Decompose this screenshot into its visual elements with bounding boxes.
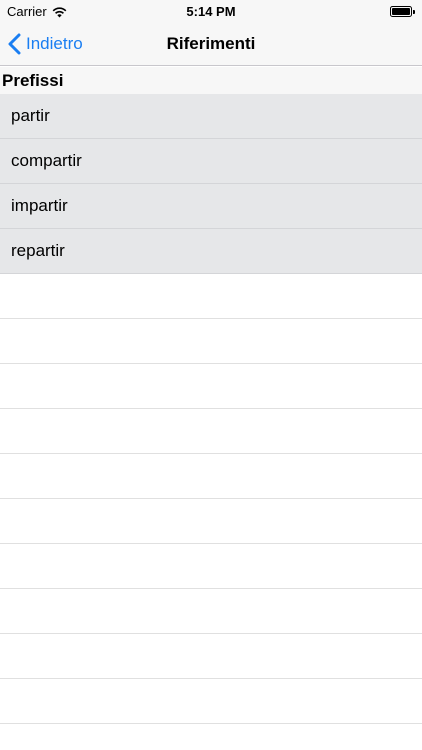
- prefix-list: partir compartir impartir repartir: [0, 94, 422, 724]
- chevron-left-icon: [8, 33, 21, 55]
- status-bar: Carrier 5:14 PM: [0, 0, 422, 22]
- empty-row: [0, 409, 422, 454]
- empty-row: [0, 544, 422, 589]
- list-item[interactable]: repartir: [0, 229, 422, 274]
- list-item[interactable]: compartir: [0, 139, 422, 184]
- screen: Carrier 5:14 PM Indietro Riferimenti Pre…: [0, 0, 422, 750]
- list-item-label: repartir: [11, 241, 65, 260]
- list-item[interactable]: partir: [0, 94, 422, 139]
- list-item-label: partir: [11, 106, 50, 125]
- empty-row: [0, 679, 422, 724]
- empty-row: [0, 634, 422, 679]
- empty-row: [0, 364, 422, 409]
- back-label: Indietro: [26, 34, 83, 53]
- empty-row: [0, 454, 422, 499]
- list-item-label: impartir: [11, 196, 68, 215]
- empty-row: [0, 589, 422, 634]
- battery-icon: [390, 6, 415, 17]
- list-item-label: compartir: [11, 151, 82, 170]
- empty-row: [0, 319, 422, 364]
- list-item[interactable]: impartir: [0, 184, 422, 229]
- status-time: 5:14 PM: [186, 4, 236, 19]
- section-header: Prefissi: [0, 67, 422, 94]
- empty-row: [0, 499, 422, 544]
- back-button[interactable]: Indietro: [8, 22, 83, 66]
- empty-row: [0, 274, 422, 319]
- navigation-bar: Indietro Riferimenti: [0, 22, 422, 66]
